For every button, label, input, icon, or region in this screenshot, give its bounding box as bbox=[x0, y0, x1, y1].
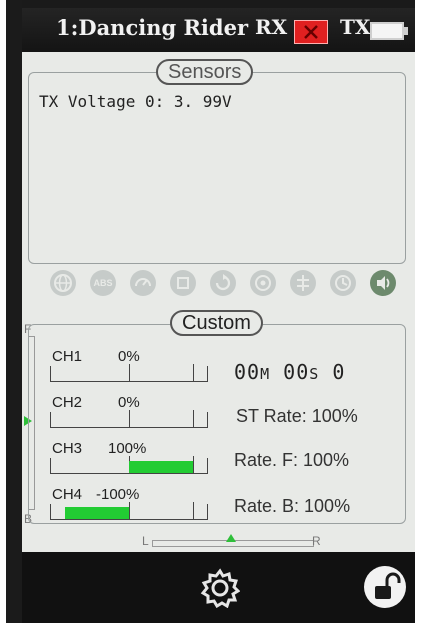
ch3-label: CH3 bbox=[52, 440, 83, 457]
bar-end-cap bbox=[193, 456, 195, 473]
timer-tenths: 0 bbox=[332, 360, 346, 384]
sound-icon[interactable] bbox=[370, 270, 396, 296]
bar-center-tick bbox=[129, 502, 130, 519]
ch4-value: -100% bbox=[96, 486, 140, 503]
bar-end-cap bbox=[193, 410, 195, 427]
status-icons-row: ABS bbox=[50, 270, 400, 300]
settings-gear-icon[interactable] bbox=[200, 568, 241, 609]
horizontal-trim-marker bbox=[226, 534, 236, 542]
unlock-icon[interactable] bbox=[362, 564, 408, 610]
rate-forward-label[interactable]: Rate. F: 100% bbox=[234, 450, 349, 471]
timer-seconds: 00 bbox=[283, 360, 310, 384]
rx-status-icon bbox=[294, 20, 328, 44]
trim-left-label: L bbox=[142, 534, 149, 548]
rx-label: RX bbox=[255, 15, 288, 39]
gyro-icon[interactable] bbox=[170, 270, 196, 296]
antenna-icon[interactable] bbox=[290, 270, 316, 296]
ch4-fill bbox=[65, 507, 129, 519]
globe-icon[interactable] bbox=[50, 270, 76, 296]
ch3-value: 100% bbox=[108, 440, 147, 457]
battery-tip bbox=[404, 27, 408, 35]
clock-icon[interactable] bbox=[330, 270, 356, 296]
tx-label: TX bbox=[340, 15, 371, 39]
bottom-bar bbox=[22, 552, 415, 623]
main-panel: Sensors TX Voltage 0: 3. 99V ABS F B Cus… bbox=[22, 52, 415, 552]
model-name[interactable]: 1:Dancing Rider bbox=[56, 15, 248, 40]
screen: 1:Dancing Rider RX TX Sensors TX Voltage… bbox=[22, 0, 415, 623]
custom-title: Custom bbox=[170, 310, 263, 336]
st-rate-label[interactable]: ST Rate: 100% bbox=[236, 406, 358, 427]
rate-back-label[interactable]: Rate. B: 100% bbox=[234, 496, 350, 517]
ch1-label: CH1 bbox=[52, 348, 83, 365]
bar-center-tick bbox=[129, 364, 130, 381]
rotate-icon[interactable] bbox=[210, 270, 236, 296]
ch2-value: 0% bbox=[118, 394, 140, 411]
ch4-bar bbox=[50, 502, 208, 520]
timer-display[interactable]: 00M 00S 0 bbox=[234, 360, 345, 384]
ch3-bar bbox=[50, 456, 208, 474]
ch3-fill bbox=[129, 461, 193, 473]
ch2-bar bbox=[50, 410, 208, 428]
tx-voltage-reading: TX Voltage 0: 3. 99V bbox=[39, 92, 232, 111]
bar-end-cap bbox=[193, 364, 195, 381]
timer-minutes: 00 bbox=[234, 360, 261, 384]
ch4-label: CH4 bbox=[52, 486, 83, 503]
battery-icon bbox=[370, 22, 404, 40]
wheel-icon[interactable] bbox=[250, 270, 276, 296]
timer-seconds-unit: S bbox=[309, 365, 320, 383]
bar-center-tick bbox=[129, 410, 130, 427]
horizontal-trim[interactable]: L R bbox=[142, 534, 321, 550]
sensors-title: Sensors bbox=[156, 59, 254, 85]
trim-right-label: R bbox=[312, 534, 321, 548]
status-header: 1:Dancing Rider RX TX bbox=[22, 8, 415, 52]
bar-end-cap bbox=[193, 502, 195, 519]
ch1-bar bbox=[50, 364, 208, 382]
timer-minutes-unit: M bbox=[260, 365, 271, 383]
ch1-value: 0% bbox=[118, 348, 140, 365]
abs-icon[interactable]: ABS bbox=[90, 270, 116, 296]
ch2-label: CH2 bbox=[52, 394, 83, 411]
speedometer-icon[interactable] bbox=[130, 270, 156, 296]
